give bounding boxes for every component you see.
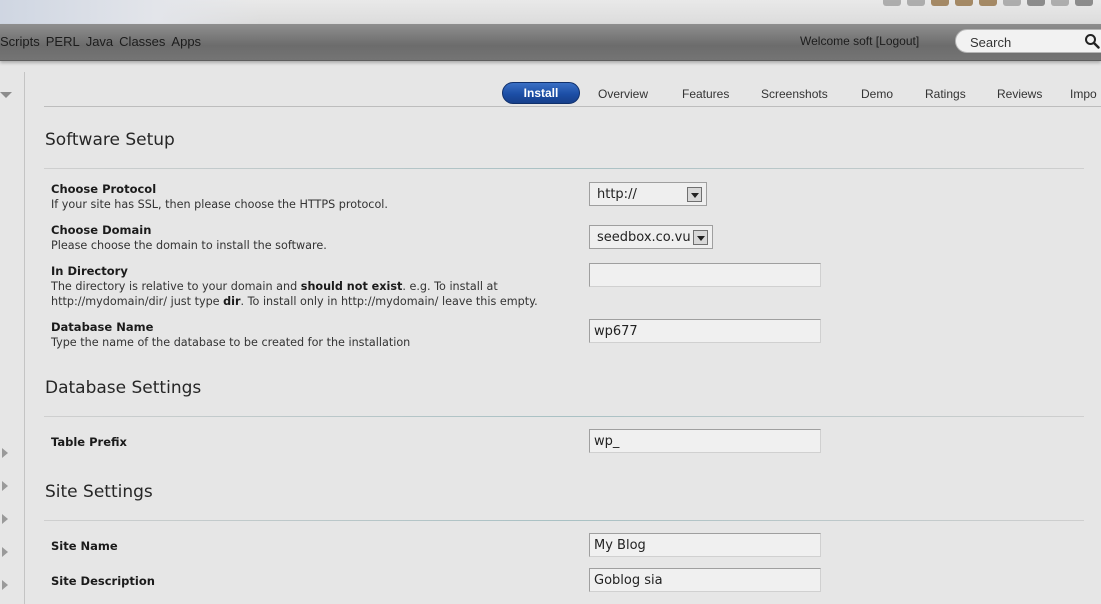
- tab-ratings[interactable]: Ratings: [925, 87, 966, 101]
- section-divider: [44, 520, 1084, 521]
- directory-desc-part: . To install only in http://mydomain/ le…: [240, 295, 538, 308]
- tab-reviews[interactable]: Reviews: [997, 87, 1042, 101]
- search-input[interactable]: [968, 33, 1072, 51]
- domain-select[interactable]: seedbox.co.vu: [589, 225, 713, 249]
- section-title-software-setup: Software Setup: [45, 130, 175, 150]
- star-icon[interactable]: [931, 0, 949, 6]
- nav-link-perl[interactable]: PERL: [46, 34, 80, 49]
- toolbar-icon-3[interactable]: [1003, 0, 1021, 6]
- domain-label: Choose Domain: [51, 223, 152, 237]
- database-name-input[interactable]: [589, 319, 821, 343]
- sidebar-expand-icon[interactable]: [2, 448, 8, 458]
- chevron-down-icon[interactable]: [693, 229, 708, 245]
- tab-install[interactable]: Install: [502, 82, 580, 104]
- database-name-label: Database Name: [51, 320, 154, 334]
- domain-select-value: seedbox.co.vu: [597, 229, 691, 245]
- tab-demo[interactable]: Demo: [861, 87, 893, 101]
- nav-link-apps[interactable]: Apps: [171, 34, 201, 49]
- site-description-label: Site Description: [51, 574, 155, 588]
- sidebar-expand-icon[interactable]: [2, 514, 8, 524]
- nav-links: Scripts PERL Java Classes Apps: [0, 34, 201, 49]
- welcome-suffix: ]: [915, 34, 920, 48]
- protocol-description: If your site has SSL, then please choose…: [51, 198, 388, 211]
- site-name-label: Site Name: [51, 539, 118, 553]
- sidebar-collapse-icon[interactable]: [0, 92, 12, 98]
- sidebar-divider: [24, 72, 25, 604]
- top-glow: [0, 0, 260, 24]
- search-box: [955, 29, 1101, 53]
- nav-link-java[interactable]: Java: [86, 34, 113, 49]
- directory-desc-bold: dir: [223, 295, 241, 308]
- section-divider: [44, 416, 1084, 417]
- top-toolbar-icons: [883, 0, 1093, 6]
- sidebar-expand-icon[interactable]: [2, 547, 8, 557]
- directory-description-line-2: http://mydomain/dir/ just type dir. To i…: [51, 294, 538, 309]
- site-name-input[interactable]: [589, 533, 821, 557]
- protocol-select-value: http://: [597, 186, 637, 202]
- section-title-site-settings: Site Settings: [45, 482, 153, 502]
- section-title-database-settings: Database Settings: [45, 378, 202, 398]
- chevron-down-icon[interactable]: [687, 186, 702, 202]
- table-prefix-label: Table Prefix: [51, 435, 127, 449]
- nav-link-scripts[interactable]: Scripts: [0, 34, 40, 49]
- bookmark-icon[interactable]: [955, 0, 973, 6]
- top-navbar: Scripts PERL Java Classes Apps Welcome s…: [0, 24, 1101, 61]
- tab-features[interactable]: Features: [682, 87, 729, 101]
- directory-desc-part: . e.g. To install at: [402, 280, 498, 293]
- search-icon[interactable]: [1084, 33, 1100, 49]
- site-description-input[interactable]: [589, 568, 821, 592]
- directory-desc-part: http://mydomain/dir/ just type: [51, 295, 224, 308]
- browser-top-strip: [0, 0, 1101, 24]
- logout-link[interactable]: Logout: [879, 34, 916, 48]
- directory-desc-part: The directory is relative to your domain…: [51, 280, 301, 293]
- table-prefix-input[interactable]: [589, 429, 821, 453]
- tabs-underline: [44, 106, 1101, 107]
- protocol-select[interactable]: http://: [589, 182, 707, 206]
- software-tabs: Install: [502, 81, 580, 105]
- directory-description-line-1: The directory is relative to your domain…: [51, 279, 498, 294]
- directory-label: In Directory: [51, 264, 128, 278]
- nav-link-classes[interactable]: Classes: [119, 34, 165, 49]
- tab-import[interactable]: Impo: [1070, 87, 1097, 101]
- directory-desc-bold: should not exist: [300, 280, 403, 293]
- sidebar-expand-icon[interactable]: [2, 580, 8, 590]
- toolbar-icon-2[interactable]: [907, 0, 925, 6]
- welcome-message: Welcome soft [Logout]: [800, 34, 919, 48]
- domain-description: Please choose the domain to install the …: [51, 239, 327, 252]
- tab-screenshots[interactable]: Screenshots: [761, 87, 828, 101]
- toolbar-icon-6[interactable]: [1075, 0, 1093, 6]
- toolbar-icon-1[interactable]: [883, 0, 901, 6]
- protocol-label: Choose Protocol: [51, 182, 157, 196]
- toolbar-icon-4[interactable]: [1027, 0, 1045, 6]
- section-divider: [44, 168, 1084, 169]
- folder-icon[interactable]: [979, 0, 997, 6]
- sidebar-expand-icon[interactable]: [2, 481, 8, 491]
- directory-input[interactable]: [589, 263, 821, 287]
- database-name-description: Type the name of the database to be crea…: [51, 336, 411, 349]
- tab-overview[interactable]: Overview: [598, 87, 648, 101]
- toolbar-icon-5[interactable]: [1051, 0, 1069, 6]
- welcome-prefix: Welcome soft [: [800, 34, 880, 48]
